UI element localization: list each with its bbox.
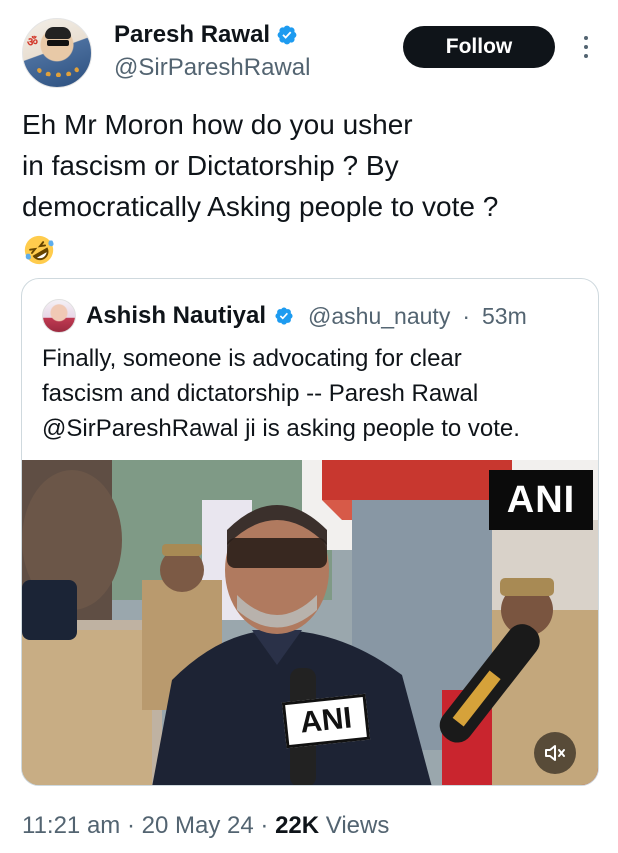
separator-dot: ·: [126, 812, 135, 839]
verified-badge-icon: [277, 25, 297, 45]
quoted-line: fascism and dictatorship -- Paresh Rawal: [42, 380, 479, 407]
video-player[interactable]: ANI ANI: [22, 460, 598, 785]
views-label: Views: [325, 812, 390, 839]
tweet-header: ॐ Paresh Rawal @SirPareshRawal Follow: [22, 18, 602, 90]
follow-button[interactable]: Follow: [403, 26, 555, 68]
author-avatar[interactable]: ॐ: [22, 18, 92, 88]
quoted-line: Finally, someone is advocating for clear: [42, 345, 462, 372]
tweet-text: Eh Mr Moron how do you usher in fascism …: [22, 104, 602, 268]
quoted-timestamp[interactable]: 53m: [482, 303, 527, 330]
author-handle[interactable]: @SirPareshRawal: [114, 54, 310, 82]
volume-mute-icon[interactable]: [534, 732, 576, 774]
quoted-line: @SirPareshRawal ji is asking people to v…: [42, 415, 520, 442]
tweet-line: Eh Mr Moron how do you usher: [22, 109, 413, 140]
microphone-flag-label: ANI: [281, 693, 371, 749]
separator-dot: ·: [462, 302, 470, 329]
quoted-tweet-text: Finally, someone is advocating for clear…: [42, 341, 587, 446]
post-time[interactable]: 11:21 am: [22, 812, 120, 839]
views-count[interactable]: 22K: [275, 812, 319, 839]
more-options-icon[interactable]: [577, 32, 595, 62]
quoted-tweet[interactable]: Ashish Nautiyal @ashu_nauty · 53m Finall…: [21, 278, 599, 786]
post-date[interactable]: 20 May 24: [142, 812, 254, 839]
quoted-author-handle[interactable]: @ashu_nauty: [308, 303, 450, 330]
verified-badge-icon: [275, 307, 293, 325]
avatar-decoration: ॐ: [27, 35, 38, 49]
separator-dot: ·: [260, 812, 269, 839]
ani-watermark: ANI: [489, 470, 593, 530]
author-display-name[interactable]: Paresh Rawal: [114, 21, 270, 49]
tweet-line: democratically Asking people to vote ?: [22, 191, 499, 222]
author-name-row: Paresh Rawal: [114, 21, 298, 49]
tweet-metadata: 11:21 am · 20 May 24 · 22K Views: [22, 812, 389, 840]
quoted-author-name[interactable]: Ashish Nautiyal: [86, 302, 266, 330]
tweet-emoji-line: [22, 227, 602, 268]
tweet-line: in fascism or Dictatorship ? By: [22, 150, 399, 181]
quoted-author-avatar[interactable]: [42, 299, 76, 333]
quoted-tweet-header: Ashish Nautiyal @ashu_nauty · 53m: [42, 299, 527, 333]
rolling-on-floor-laughing-emoji-icon: [24, 235, 54, 264]
